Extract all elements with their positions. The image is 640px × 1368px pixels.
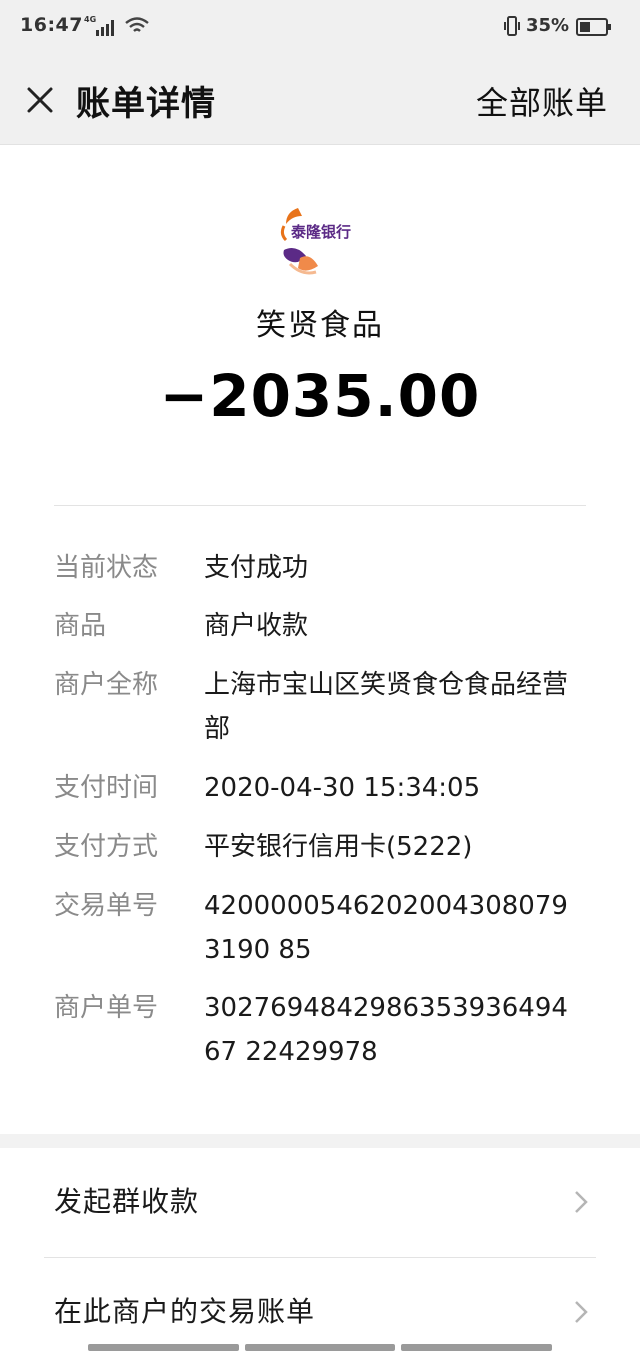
all-bills-link[interactable]: 全部账单 xyxy=(476,78,608,124)
detail-label-pay-method: 支付方式 xyxy=(54,832,159,862)
merchant-name: 笑贤食品 xyxy=(256,308,384,343)
battery-icon xyxy=(576,18,611,36)
detail-label-pay-time: 支付时间 xyxy=(54,773,159,803)
bank-logo-text: 泰隆银行 xyxy=(290,223,351,241)
detail-value-merchant-order-id[interactable]: 302769484298635393649467 22429978 xyxy=(204,986,584,1074)
status-bar: 16:47 4G 35% xyxy=(0,0,640,56)
chevron-right-icon xyxy=(575,1191,588,1213)
vibrate-icon xyxy=(504,16,520,36)
detail-label-transaction-id: 交易单号 xyxy=(54,891,159,921)
detail-value-status: 支付成功 xyxy=(204,553,309,583)
wifi-icon xyxy=(125,17,149,32)
group-collect-label: 发起群收款 xyxy=(54,1185,200,1218)
chevron-right-icon xyxy=(575,1301,588,1323)
group-collect-row[interactable]: 发起群收款 xyxy=(0,1148,640,1258)
cellular-signal-icon: 4G xyxy=(84,15,114,36)
bank-logo: 泰隆银行 xyxy=(280,208,351,275)
battery-percent: 35% xyxy=(526,15,570,36)
transaction-amount: −2035.00 xyxy=(159,362,481,430)
merchant-bills-row[interactable]: 在此商户的交易账单 xyxy=(0,1258,640,1368)
status-time: 16:47 xyxy=(20,14,83,36)
home-indicator xyxy=(88,1344,553,1351)
section-gap xyxy=(0,1134,640,1148)
detail-label-status: 当前状态 xyxy=(54,553,159,583)
detail-value-transaction-id[interactable]: 42000005462020043080793190 85 xyxy=(204,884,584,972)
divider xyxy=(54,505,586,506)
nav-bar: 账单详情 全部账单 xyxy=(0,56,640,145)
detail-value-merchant-full-name: 上海市宝山区笑贤食仓食品经营部 xyxy=(204,670,569,744)
detail-label-merchant-order-id: 商户单号 xyxy=(54,993,159,1023)
close-button[interactable] xyxy=(20,80,60,120)
detail-label-merchant-full-name: 商户全称 xyxy=(54,670,159,700)
detail-value-pay-method: 平安银行信用卡(5222) xyxy=(204,832,473,862)
page-title: 账单详情 xyxy=(76,84,216,124)
detail-value-product: 商户收款 xyxy=(204,611,309,641)
merchant-bills-label: 在此商户的交易账单 xyxy=(54,1295,316,1328)
detail-label-product: 商品 xyxy=(54,611,107,641)
close-icon xyxy=(27,87,53,113)
network-type: 4G xyxy=(84,15,96,24)
detail-value-pay-time: 2020-04-30 15:34:05 xyxy=(204,773,481,803)
